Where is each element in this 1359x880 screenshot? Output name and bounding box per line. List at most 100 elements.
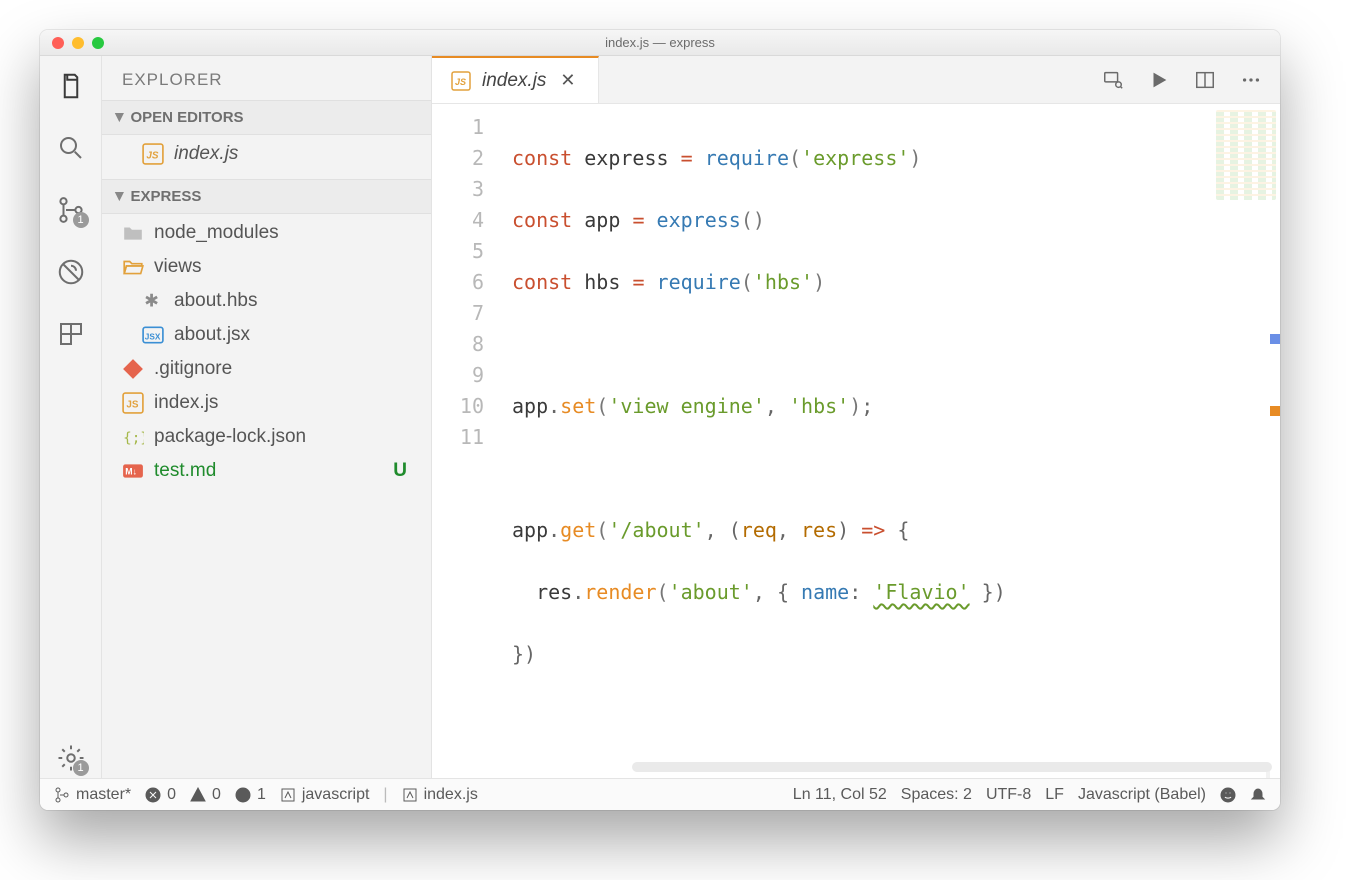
file-label: about.jsx bbox=[174, 324, 250, 346]
file-label: test.md bbox=[154, 460, 216, 482]
more-actions-icon[interactable] bbox=[1240, 69, 1262, 91]
file-about-jsx[interactable]: JSX about.jsx bbox=[102, 318, 431, 352]
cursor-position-status[interactable]: Ln 11, Col 52 bbox=[793, 786, 887, 804]
notifications-icon[interactable] bbox=[1250, 787, 1266, 803]
svg-text:JS: JS bbox=[455, 77, 466, 87]
explorer-sidebar: EXPLORER ▶ OPEN EDITORS JS index.js ▶ EX… bbox=[102, 56, 432, 778]
line-number: 10 bbox=[432, 391, 484, 422]
line-gutter: 1 2 3 4 5 6 7 8 9 10 11 bbox=[432, 104, 502, 778]
file-package-lock[interactable]: {;} package-lock.json bbox=[102, 420, 431, 454]
svg-text:JS: JS bbox=[146, 150, 159, 161]
indentation-status[interactable]: Spaces: 2 bbox=[901, 786, 972, 804]
feedback-icon[interactable] bbox=[1220, 787, 1236, 803]
git-branch-status[interactable]: master* bbox=[54, 786, 131, 804]
js-file-icon: JS bbox=[450, 70, 472, 92]
eslint-scope-status[interactable]: javascript bbox=[280, 786, 370, 804]
run-icon[interactable] bbox=[1148, 69, 1170, 91]
project-tree: node_modules views ✱ about.hbs JSX about… bbox=[102, 214, 431, 496]
search-activity-icon[interactable] bbox=[51, 128, 91, 168]
line-number: 8 bbox=[432, 329, 484, 360]
eol-status[interactable]: LF bbox=[1045, 786, 1064, 804]
activity-bar: 1 1 bbox=[40, 56, 102, 778]
hbs-file-icon: ✱ bbox=[142, 290, 164, 312]
editor-group: JS index.js ✕ 1 2 3 4 5 6 bbox=[432, 56, 1280, 778]
js-file-icon: JS bbox=[122, 392, 144, 414]
folder-icon bbox=[122, 222, 144, 244]
folder-views[interactable]: views bbox=[102, 250, 431, 284]
file-label: index.js bbox=[154, 392, 218, 414]
tab-bar: JS index.js ✕ bbox=[432, 56, 1280, 104]
file-label: node_modules bbox=[154, 222, 279, 244]
file-gitignore[interactable]: .gitignore bbox=[102, 352, 431, 386]
code-content[interactable]: const express = require('express') const… bbox=[502, 104, 1280, 778]
project-header[interactable]: ▶ EXPRESS bbox=[102, 179, 431, 214]
info-status[interactable]: i 1 bbox=[235, 786, 266, 804]
warnings-status[interactable]: 0 bbox=[190, 786, 221, 804]
file-about-hbs[interactable]: ✱ about.hbs bbox=[102, 284, 431, 318]
file-test-md[interactable]: M↓ test.md U bbox=[102, 454, 431, 488]
language-mode-status[interactable]: Javascript (Babel) bbox=[1078, 786, 1206, 804]
sidebar-title: EXPLORER bbox=[102, 56, 431, 100]
scm-badge: 1 bbox=[73, 212, 89, 228]
git-file-icon bbox=[122, 358, 144, 380]
open-editor-item[interactable]: JS index.js bbox=[102, 137, 431, 171]
info-count: 1 bbox=[257, 786, 266, 804]
tab-index-js[interactable]: JS index.js ✕ bbox=[432, 56, 599, 103]
settings-badge: 1 bbox=[73, 760, 89, 776]
encoding-status[interactable]: UTF-8 bbox=[986, 786, 1031, 804]
scrollbar-thumb[interactable] bbox=[632, 762, 1272, 772]
overview-marker bbox=[1270, 406, 1280, 416]
file-label: about.hbs bbox=[174, 290, 257, 312]
line-number: 6 bbox=[432, 267, 484, 298]
app-window: index.js — express 1 1 bbox=[40, 30, 1280, 810]
eslint-file: index.js bbox=[424, 786, 478, 804]
line-number: 1 bbox=[432, 112, 484, 143]
extensions-activity-icon[interactable] bbox=[51, 314, 91, 354]
code-editor[interactable]: 1 2 3 4 5 6 7 8 9 10 11 const express = … bbox=[432, 104, 1280, 778]
line-number: 9 bbox=[432, 360, 484, 391]
chevron-down-icon: ▶ bbox=[114, 113, 127, 121]
explorer-activity-icon[interactable] bbox=[51, 66, 91, 106]
project-label: EXPRESS bbox=[130, 188, 201, 205]
svg-text:M↓: M↓ bbox=[125, 466, 137, 476]
folder-node-modules[interactable]: node_modules bbox=[102, 216, 431, 250]
error-count: 0 bbox=[167, 786, 176, 804]
find-replace-icon[interactable] bbox=[1102, 69, 1124, 91]
errors-status[interactable]: 0 bbox=[145, 786, 176, 804]
line-number: 4 bbox=[432, 205, 484, 236]
open-editor-filename: index.js bbox=[174, 143, 238, 165]
file-label: package-lock.json bbox=[154, 426, 306, 448]
source-control-activity-icon[interactable]: 1 bbox=[51, 190, 91, 230]
open-editors-header[interactable]: ▶ OPEN EDITORS bbox=[102, 100, 431, 135]
line-number: 5 bbox=[432, 236, 484, 267]
folder-open-icon bbox=[122, 256, 144, 278]
settings-activity-icon[interactable]: 1 bbox=[51, 738, 91, 778]
eslint-scope: javascript bbox=[302, 786, 370, 804]
open-editors-label: OPEN EDITORS bbox=[130, 109, 243, 126]
git-status-badge: U bbox=[393, 460, 421, 482]
overview-marker bbox=[1270, 334, 1280, 344]
line-number: 2 bbox=[432, 143, 484, 174]
status-bar: master* 0 0 i 1 javascript | index.js Ln… bbox=[40, 778, 1280, 810]
debug-activity-icon[interactable] bbox=[51, 252, 91, 292]
window-title: index.js — express bbox=[40, 35, 1280, 50]
titlebar: index.js — express bbox=[40, 30, 1280, 56]
branch-name: master* bbox=[76, 786, 131, 804]
split-editor-icon[interactable] bbox=[1194, 69, 1216, 91]
line-number: 7 bbox=[432, 298, 484, 329]
overview-ruler[interactable] bbox=[1266, 104, 1280, 750]
svg-text:JS: JS bbox=[126, 399, 139, 410]
eslint-file-status[interactable]: index.js bbox=[402, 786, 478, 804]
svg-text:{;}: {;} bbox=[123, 431, 144, 447]
warning-count: 0 bbox=[212, 786, 221, 804]
horizontal-scrollbar[interactable] bbox=[502, 756, 1266, 778]
svg-text:JSX: JSX bbox=[145, 332, 161, 341]
line-number: 11 bbox=[432, 422, 484, 453]
close-tab-icon[interactable]: ✕ bbox=[556, 68, 579, 93]
editor-toolbar bbox=[1102, 56, 1280, 103]
open-editors-list: JS index.js bbox=[102, 135, 431, 179]
jsx-file-icon: JSX bbox=[142, 324, 164, 346]
file-index-js[interactable]: JS index.js bbox=[102, 386, 431, 420]
js-file-icon: JS bbox=[142, 143, 164, 165]
svg-text:i: i bbox=[241, 790, 243, 802]
